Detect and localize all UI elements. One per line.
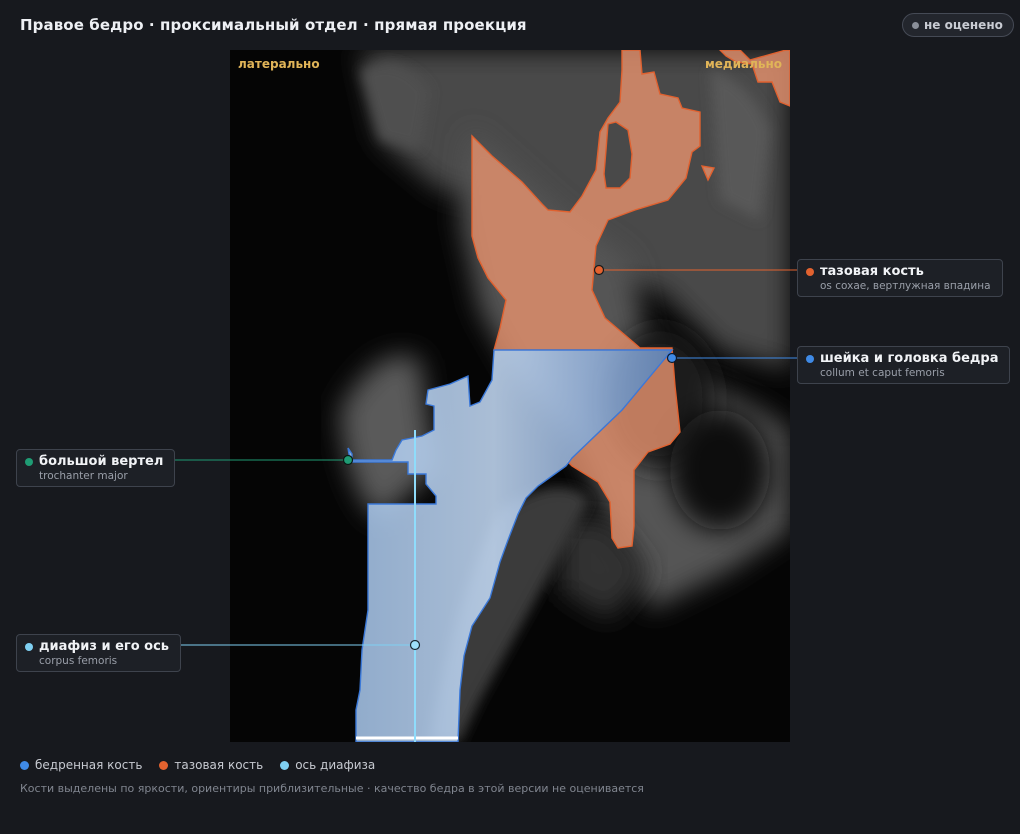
trochanter-label[interactable]: большой вертел trochanter major — [16, 449, 176, 487]
status-label: не оценено — [924, 18, 1003, 32]
legend-item-pelvis[interactable]: тазовая кость — [159, 758, 263, 772]
pelvis-dot-icon — [806, 268, 814, 276]
status-badge[interactable]: не оценено — [902, 13, 1014, 37]
legend-axis-label: ось диафиза — [295, 758, 376, 772]
lateral-orientation-label: латерально — [238, 57, 320, 71]
neck-label[interactable]: шейка и головка бедра collum et caput fe… — [797, 346, 1011, 384]
legend-item-axis[interactable]: ось диафиза — [280, 758, 375, 772]
medial-orientation-label: медиально — [704, 57, 782, 71]
trochanter-dot-icon — [25, 458, 33, 466]
pelvis-marker[interactable] — [593, 264, 605, 276]
legend: бедренная кость тазовая кость ось диафиз… — [20, 758, 392, 772]
legend-item-femur[interactable]: бедренная кость — [20, 758, 142, 772]
legend-femur-label: бедренная кость — [35, 758, 143, 772]
neck-name: шейка и головка бедра — [820, 351, 999, 366]
femur-swatch-icon — [20, 760, 29, 770]
trochanter-marker[interactable] — [342, 454, 354, 466]
pelvis-swatch-icon — [159, 760, 169, 770]
trochanter-latin: trochanter major — [39, 470, 128, 482]
legend-pelvis-label: тазовая кость — [174, 758, 264, 772]
axis-swatch-icon — [280, 760, 290, 770]
neck-dot-icon — [806, 355, 814, 363]
shaft-latin: corpus femoris — [39, 655, 118, 667]
xray-viewer[interactable]: латерально медиально — [230, 50, 790, 742]
status-dot-icon — [912, 21, 919, 29]
neck-marker[interactable] — [666, 352, 678, 364]
shaft-label[interactable]: диафиз и его ось corpus femoris — [16, 634, 182, 672]
page-title: Правое бедро · проксимальный отдел · пря… — [20, 16, 527, 34]
pelvis-name: тазовая кость — [820, 264, 924, 279]
trochanter-name: большой вертел — [39, 454, 164, 469]
pelvis-latin: os coxae, вертлужная впадина — [820, 280, 991, 292]
shaft-name: диафиз и его ось — [39, 639, 170, 654]
neck-latin: collum et caput femoris — [820, 367, 945, 379]
shaft-marker[interactable] — [409, 639, 421, 651]
pelvis-label[interactable]: тазовая кость os coxae, вертлужная впади… — [797, 259, 1003, 297]
xray-image — [340, 50, 790, 742]
footer-note: Кости выделены по яркости, ориентиры при… — [20, 782, 644, 795]
shaft-dot-icon — [25, 643, 33, 651]
